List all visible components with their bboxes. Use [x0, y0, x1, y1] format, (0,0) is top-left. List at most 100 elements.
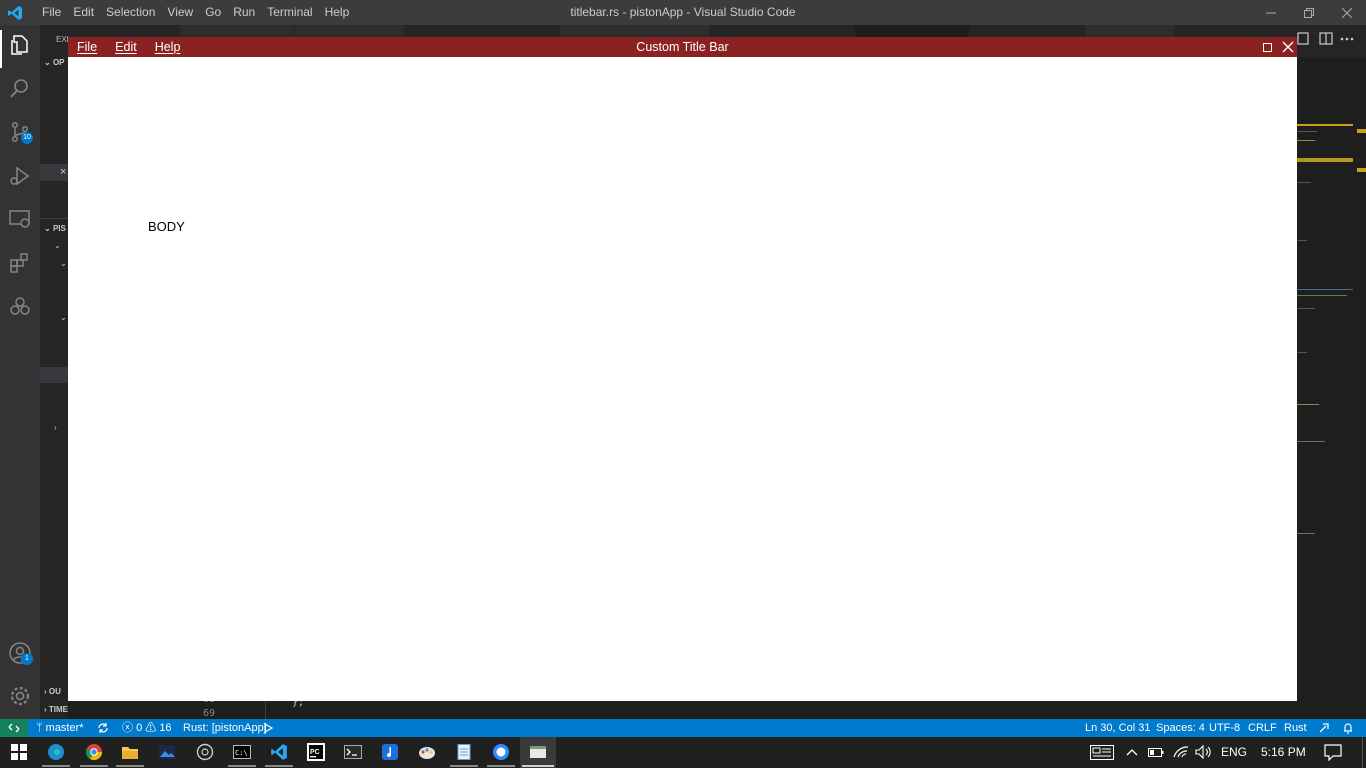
explorer-files-icon[interactable] — [8, 33, 32, 57]
wifi-icon[interactable] — [1173, 745, 1189, 759]
tree-chevron-icon[interactable]: ⌄ — [60, 259, 67, 268]
remote-icon — [8, 723, 20, 733]
notifications-bell-icon[interactable] — [1342, 722, 1354, 734]
manage-gear-icon[interactable] — [8, 684, 32, 708]
clock-time[interactable]: 5:16 PM — [1261, 737, 1306, 768]
end-of-line[interactable]: CRLF — [1248, 719, 1277, 737]
app-menu-file[interactable]: File — [77, 37, 97, 57]
paint-app-icon[interactable] — [418, 743, 436, 761]
vscode-logo-icon — [8, 6, 22, 20]
vscode-menu-selection[interactable]: Selection — [100, 0, 161, 25]
minimap[interactable] — [1297, 57, 1366, 719]
input-language[interactable]: ENG — [1221, 737, 1247, 768]
pycharm-icon[interactable]: PC — [307, 743, 325, 761]
battery-icon[interactable] — [1148, 747, 1164, 758]
vscode-taskbar-icon[interactable] — [270, 743, 288, 761]
minimap-code — [1297, 308, 1315, 309]
remote-explorer-icon[interactable] — [8, 207, 32, 231]
more-actions-icon[interactable] — [1340, 36, 1354, 42]
minimap-highlight — [1297, 124, 1353, 126]
piston-app-icon[interactable] — [529, 743, 547, 761]
vscode-menu-view[interactable]: View — [161, 0, 199, 25]
accounts-badge: 1 — [21, 653, 33, 665]
minimap-code — [1297, 182, 1311, 183]
project-section[interactable]: ⌄ PIS — [44, 224, 66, 233]
explorer-sidebar: EXPLORER ⌄ OP × ⌄ PIS ⌄ ⌄ ⌄ › › OU › TIM… — [40, 25, 68, 719]
notepad-icon[interactable] — [455, 743, 473, 761]
section-divider — [40, 218, 68, 219]
news-widget-icon[interactable] — [1090, 745, 1114, 760]
edge-browser-icon[interactable] — [47, 743, 65, 761]
file-explorer-icon[interactable] — [121, 743, 139, 761]
tree-chevron-icon[interactable]: ⌄ — [54, 241, 61, 250]
minimap-marker — [1357, 129, 1366, 133]
outline-section[interactable]: › OU — [44, 687, 61, 696]
show-desktop-button[interactable] — [1362, 737, 1366, 768]
vscode-titlebar: titlebar.rs - pistonApp - Visual Studio … — [0, 0, 1366, 25]
app-menu-edit[interactable]: Edit — [115, 37, 137, 57]
language-mode[interactable]: Rust — [1284, 719, 1307, 737]
vscode-menu-file[interactable]: File — [36, 0, 67, 25]
command-prompt-icon[interactable]: C:\ — [233, 743, 251, 761]
rust-target-status[interactable]: Rust: [pistonApp] — [183, 719, 267, 737]
vscode-menu-go[interactable]: Go — [199, 0, 227, 25]
split-editor-icon[interactable] — [1297, 32, 1309, 46]
close-icon[interactable] — [1281, 40, 1295, 54]
vscode-menu-terminal[interactable]: Terminal — [261, 0, 318, 25]
vscode-menu-run[interactable]: Run — [227, 0, 261, 25]
tree-chevron-icon[interactable]: ⌄ — [60, 313, 67, 322]
search-icon[interactable] — [8, 76, 32, 100]
problems-status[interactable]: ⓧ 0 ⚠ 16 — [122, 719, 172, 737]
app-titlebar[interactable]: Custom Title Bar File Edit Help — [68, 37, 1297, 57]
terminal-icon[interactable] — [344, 743, 362, 761]
vscode-window-controls — [1252, 0, 1366, 25]
svg-text:C:\: C:\ — [235, 749, 248, 757]
vscode-menu-help[interactable]: Help — [319, 0, 356, 25]
cursor-position[interactable]: Ln 30, Col 31 — [1085, 719, 1150, 737]
live-share-icon[interactable] — [8, 295, 32, 319]
running-indicator — [265, 765, 293, 767]
timeline-section[interactable]: › TIMELINE — [44, 705, 68, 714]
run-debug-icon[interactable] — [8, 164, 32, 188]
sync-icon[interactable] — [97, 722, 109, 734]
encoding[interactable]: UTF-8 — [1209, 719, 1240, 737]
maximize-icon[interactable] — [1263, 43, 1272, 52]
explorer-header: EXPLORER — [56, 35, 68, 44]
tree-selected-row[interactable] — [40, 367, 68, 383]
minimap-code — [1297, 441, 1325, 442]
close-editor-icon[interactable]: × — [60, 166, 66, 178]
running-indicator — [228, 765, 256, 767]
restore-icon[interactable] — [1290, 0, 1328, 25]
vscode-menu-edit[interactable]: Edit — [67, 0, 100, 25]
status-bar: ᛘ master* ⓧ 0 ⚠ 16 Rust: [pistonApp] Ln … — [0, 719, 1366, 737]
svg-text:PC: PC — [310, 749, 320, 756]
action-center-notifications-icon[interactable] — [1324, 744, 1342, 761]
music-app-icon[interactable] — [381, 743, 399, 761]
extensions-icon[interactable] — [8, 251, 32, 275]
chrome-icon[interactable] — [85, 743, 103, 761]
app-window-title: Custom Title Bar — [636, 40, 729, 54]
running-indicator — [80, 765, 108, 767]
running-indicator — [450, 765, 478, 767]
git-branch-status[interactable]: ᛘ master* — [36, 719, 84, 737]
minimap-code — [1297, 131, 1317, 132]
photo-app-icon[interactable] — [158, 743, 176, 761]
minimize-icon[interactable] — [1252, 0, 1290, 25]
open-editors-section[interactable]: ⌄ OP — [44, 58, 65, 67]
tree-chevron-right-icon[interactable]: › — [54, 423, 57, 432]
source-control-badge: 10 — [21, 132, 33, 144]
tray-chevron-up-icon[interactable] — [1126, 748, 1138, 756]
camera-app-icon[interactable] — [196, 743, 214, 761]
close-icon[interactable] — [1328, 0, 1366, 25]
split-editor-right-icon[interactable] — [1319, 32, 1333, 46]
volume-icon[interactable] — [1195, 745, 1212, 759]
indentation[interactable]: Spaces: 4 — [1156, 719, 1205, 737]
remote-indicator[interactable] — [0, 719, 28, 737]
minimap-code — [1297, 289, 1353, 290]
windows-start-icon[interactable] — [10, 743, 28, 761]
vscode-menubar: File Edit Selection View Go Run Terminal… — [36, 0, 355, 25]
app-menu-help[interactable]: Help — [155, 37, 181, 57]
feedback-icon[interactable] — [1318, 722, 1330, 734]
messaging-app-icon[interactable] — [492, 743, 510, 761]
play-icon[interactable] — [264, 723, 273, 733]
